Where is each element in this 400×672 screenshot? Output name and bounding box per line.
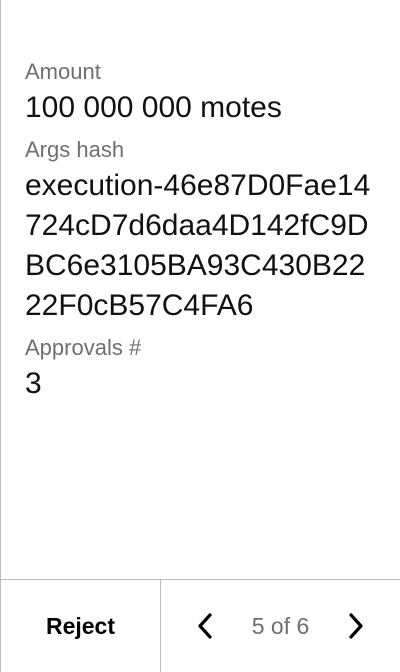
action-footer: Reject 5 of 6 [1,579,400,672]
page-indicator: 5 of 6 [251,612,310,639]
reject-button[interactable]: Reject [1,580,161,672]
approvals-value: 3 [25,367,42,400]
args-hash-label: Args hash [25,137,125,162]
pagination-controls: 5 of 6 [161,580,400,672]
approvals-label: Approvals # [25,335,142,360]
transaction-review-screen: Amount 100 000 000 motes Args hash execu… [0,0,400,672]
args-hash-value: execution-46e87D0Fae14724cD7d6daa4D142fC… [25,169,371,322]
next-page-button[interactable] [340,604,372,648]
chevron-right-icon [349,613,363,639]
previous-page-button[interactable] [189,604,221,648]
args-hash-field: Args hash execution-46e87D0Fae14724cD7d6… [25,134,377,326]
transaction-details: Amount 100 000 000 motes Args hash execu… [25,56,377,410]
amount-field: Amount 100 000 000 motes [25,56,377,128]
amount-label: Amount [25,59,101,84]
approvals-field: Approvals # 3 [25,332,377,404]
chevron-left-icon [198,613,212,639]
amount-value: 100 000 000 motes [25,91,282,124]
